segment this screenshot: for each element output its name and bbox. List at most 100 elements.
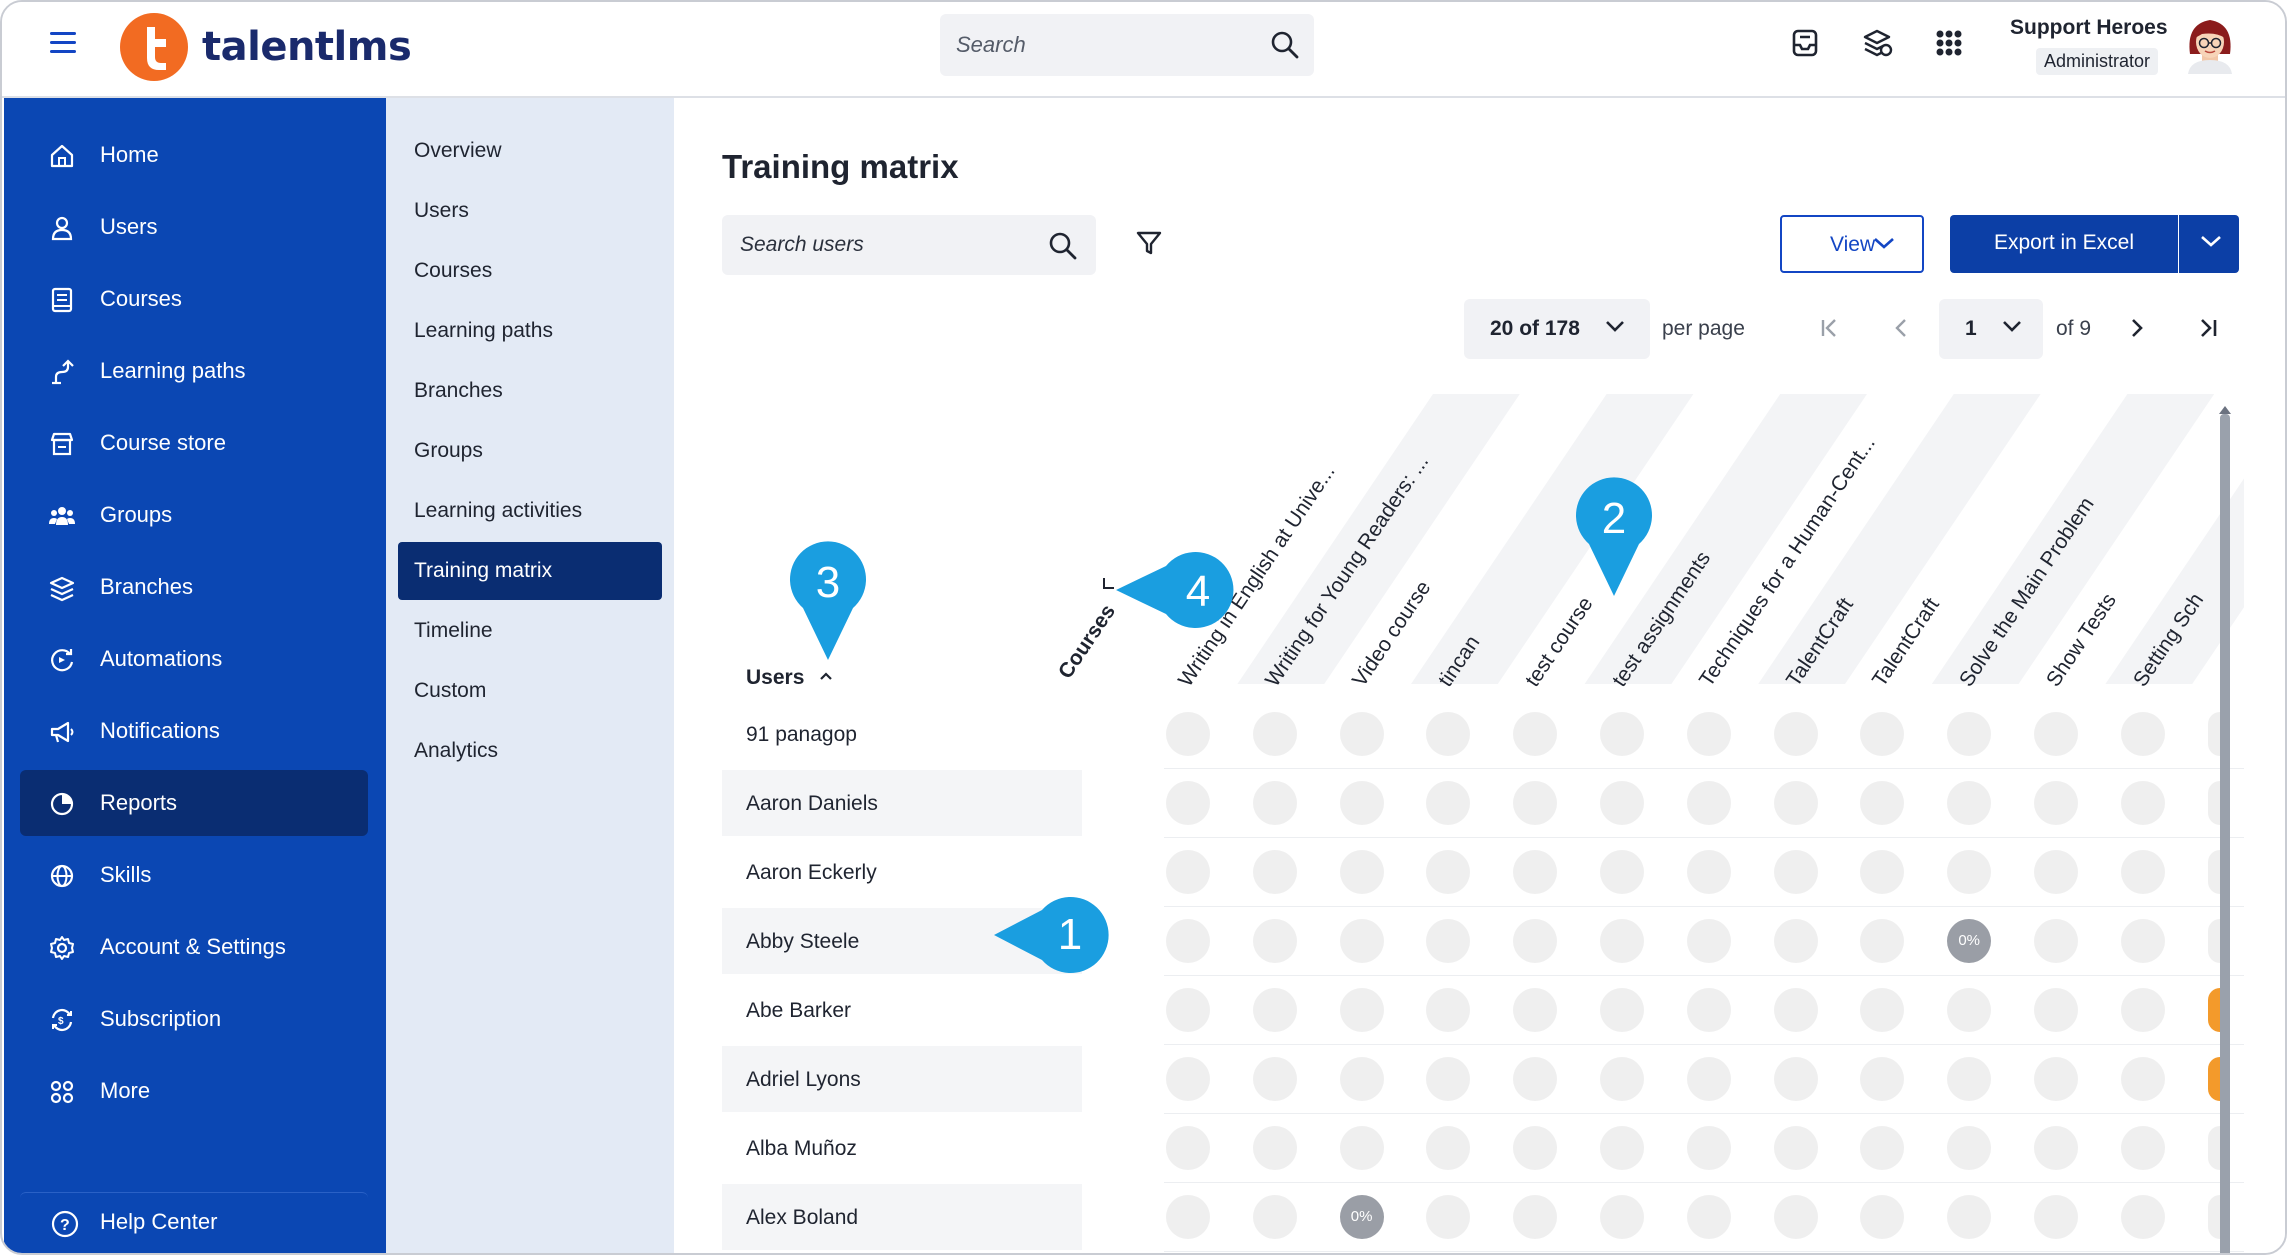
- users-column-header[interactable]: Users: [746, 666, 804, 690]
- progress-cell[interactable]: [2207, 1126, 2220, 1170]
- progress-cell[interactable]: [1947, 1126, 1992, 1170]
- table-row[interactable]: Abe Barker: [722, 977, 1082, 1043]
- progress-cell[interactable]: [1600, 850, 1644, 894]
- progress-cell[interactable]: [2120, 781, 2165, 825]
- progress-cell[interactable]: [1686, 988, 1731, 1032]
- progress-cell[interactable]: 0%: [1339, 1195, 1384, 1239]
- avatar[interactable]: [2182, 14, 2238, 74]
- progress-cell[interactable]: [2034, 712, 2078, 756]
- help-center-link[interactable]: ? Help Center: [20, 1192, 368, 1252]
- progress-cell[interactable]: [2034, 1195, 2078, 1239]
- progress-cell[interactable]: [1600, 919, 1644, 963]
- sidebar-item-branches[interactable]: Branches: [20, 554, 368, 620]
- progress-cell[interactable]: [1426, 919, 1471, 963]
- scroll-up-icon[interactable]: [2219, 406, 2231, 414]
- user-name-cell[interactable]: 91 panagop: [746, 723, 857, 747]
- progress-cell[interactable]: [1947, 988, 1992, 1032]
- progress-cell[interactable]: [1600, 1195, 1644, 1239]
- sidebar-item-account-settings[interactable]: Account & Settings: [20, 914, 368, 980]
- progress-cell[interactable]: 0%: [1947, 919, 1992, 963]
- table-row[interactable]: Aaron Daniels: [722, 770, 1082, 836]
- progress-cell[interactable]: [1166, 1195, 1210, 1239]
- progress-cell[interactable]: [1686, 1126, 1731, 1170]
- progress-cell[interactable]: [1513, 850, 1558, 894]
- progress-cell[interactable]: [1426, 1195, 1471, 1239]
- progress-cell[interactable]: [1166, 919, 1210, 963]
- sidebar-item-subscription[interactable]: $ Subscription: [20, 986, 368, 1052]
- progress-cell[interactable]: [2034, 919, 2078, 963]
- subnav-item-custom[interactable]: Custom: [398, 662, 662, 720]
- progress-cell[interactable]: [1860, 712, 1905, 756]
- progress-cell[interactable]: [2120, 1057, 2165, 1101]
- progress-cell[interactable]: [1860, 1126, 1905, 1170]
- progress-cell[interactable]: [1947, 850, 1992, 894]
- sidebar-item-home[interactable]: Home: [20, 122, 368, 188]
- progress-cell[interactable]: [1773, 1195, 1818, 1239]
- user-name[interactable]: Support Heroes: [2010, 16, 2168, 40]
- sidebar-item-more[interactable]: More: [20, 1058, 368, 1124]
- sidebar-item-automations[interactable]: Automations: [20, 626, 368, 692]
- user-name-cell[interactable]: Adriel Lyons: [746, 1068, 861, 1092]
- sidebar-item-users[interactable]: Users: [20, 194, 368, 260]
- progress-cell[interactable]: [1947, 1195, 1992, 1239]
- subnav-item-groups[interactable]: Groups: [398, 422, 662, 480]
- sidebar-item-learning-paths[interactable]: Learning paths: [20, 338, 368, 404]
- vertical-scrollbar[interactable]: [2220, 414, 2230, 1253]
- progress-cell[interactable]: [1426, 988, 1471, 1032]
- progress-cell[interactable]: [2120, 850, 2165, 894]
- progress-cell[interactable]: [2207, 781, 2220, 825]
- user-name-cell[interactable]: Abe Barker: [746, 999, 851, 1023]
- progress-cell[interactable]: [1600, 1126, 1644, 1170]
- table-row[interactable]: Alex Boland: [722, 1184, 1082, 1250]
- progress-cell[interactable]: [2034, 1126, 2078, 1170]
- progress-cell[interactable]: [1252, 919, 1297, 963]
- progress-cell[interactable]: [1773, 988, 1818, 1032]
- progress-cell[interactable]: [1166, 781, 1210, 825]
- subnav-item-learning-activities[interactable]: Learning activities: [398, 482, 662, 540]
- progress-cell[interactable]: [1166, 988, 1210, 1032]
- progress-cell[interactable]: [1513, 712, 1558, 756]
- progress-cell[interactable]: [2034, 988, 2078, 1032]
- progress-cell[interactable]: [1600, 1057, 1644, 1101]
- progress-cell[interactable]: [1339, 988, 1384, 1032]
- user-name-cell[interactable]: Aaron Daniels: [746, 792, 878, 816]
- progress-cell[interactable]: [1339, 712, 1384, 756]
- progress-cell[interactable]: [1166, 850, 1210, 894]
- progress-cell[interactable]: [1513, 781, 1558, 825]
- progress-cell[interactable]: [1252, 781, 1297, 825]
- logo[interactable]: talentlms: [120, 12, 412, 82]
- sidebar-item-reports[interactable]: Reports: [20, 770, 368, 836]
- search-icon[interactable]: [1270, 30, 1300, 65]
- progress-cell[interactable]: [1860, 1057, 1905, 1101]
- progress-cell[interactable]: [1166, 712, 1210, 756]
- progress-cell[interactable]: [1773, 1057, 1818, 1101]
- progress-cell[interactable]: [1686, 781, 1731, 825]
- inbox-icon[interactable]: [1788, 26, 1822, 60]
- progress-cell[interactable]: [1600, 988, 1644, 1032]
- user-role-badge[interactable]: Administrator: [2036, 48, 2159, 75]
- progress-cell[interactable]: [1773, 712, 1818, 756]
- progress-cell[interactable]: [1513, 919, 1558, 963]
- progress-cell[interactable]: [1513, 1126, 1558, 1170]
- progress-cell[interactable]: [2034, 1057, 2078, 1101]
- progress-cell[interactable]: [1773, 1126, 1818, 1170]
- sidebar-item-course-store[interactable]: Course store: [20, 410, 368, 476]
- progress-cell[interactable]: [1252, 1057, 1297, 1101]
- progress-cell[interactable]: [1252, 1126, 1297, 1170]
- sidebar-item-groups[interactable]: Groups: [20, 482, 368, 548]
- subnav-item-overview[interactable]: Overview: [398, 122, 662, 180]
- subnav-item-training-matrix[interactable]: Training matrix: [398, 542, 662, 600]
- progress-cell[interactable]: [2207, 850, 2220, 894]
- progress-cell[interactable]: [2034, 850, 2078, 894]
- progress-cell[interactable]: [1166, 1126, 1210, 1170]
- progress-cell[interactable]: [1339, 919, 1384, 963]
- subnav-item-courses[interactable]: Courses: [398, 242, 662, 300]
- progress-cell[interactable]: [2034, 781, 2078, 825]
- subnav-item-branches[interactable]: Branches: [398, 362, 662, 420]
- progress-cell[interactable]: [1252, 988, 1297, 1032]
- user-name-cell[interactable]: Abby Steele: [746, 930, 859, 954]
- progress-cell[interactable]: [1686, 850, 1731, 894]
- subnav-item-users[interactable]: Users: [398, 182, 662, 240]
- progress-cell[interactable]: [2120, 712, 2165, 756]
- sidebar-item-courses[interactable]: Courses: [20, 266, 368, 332]
